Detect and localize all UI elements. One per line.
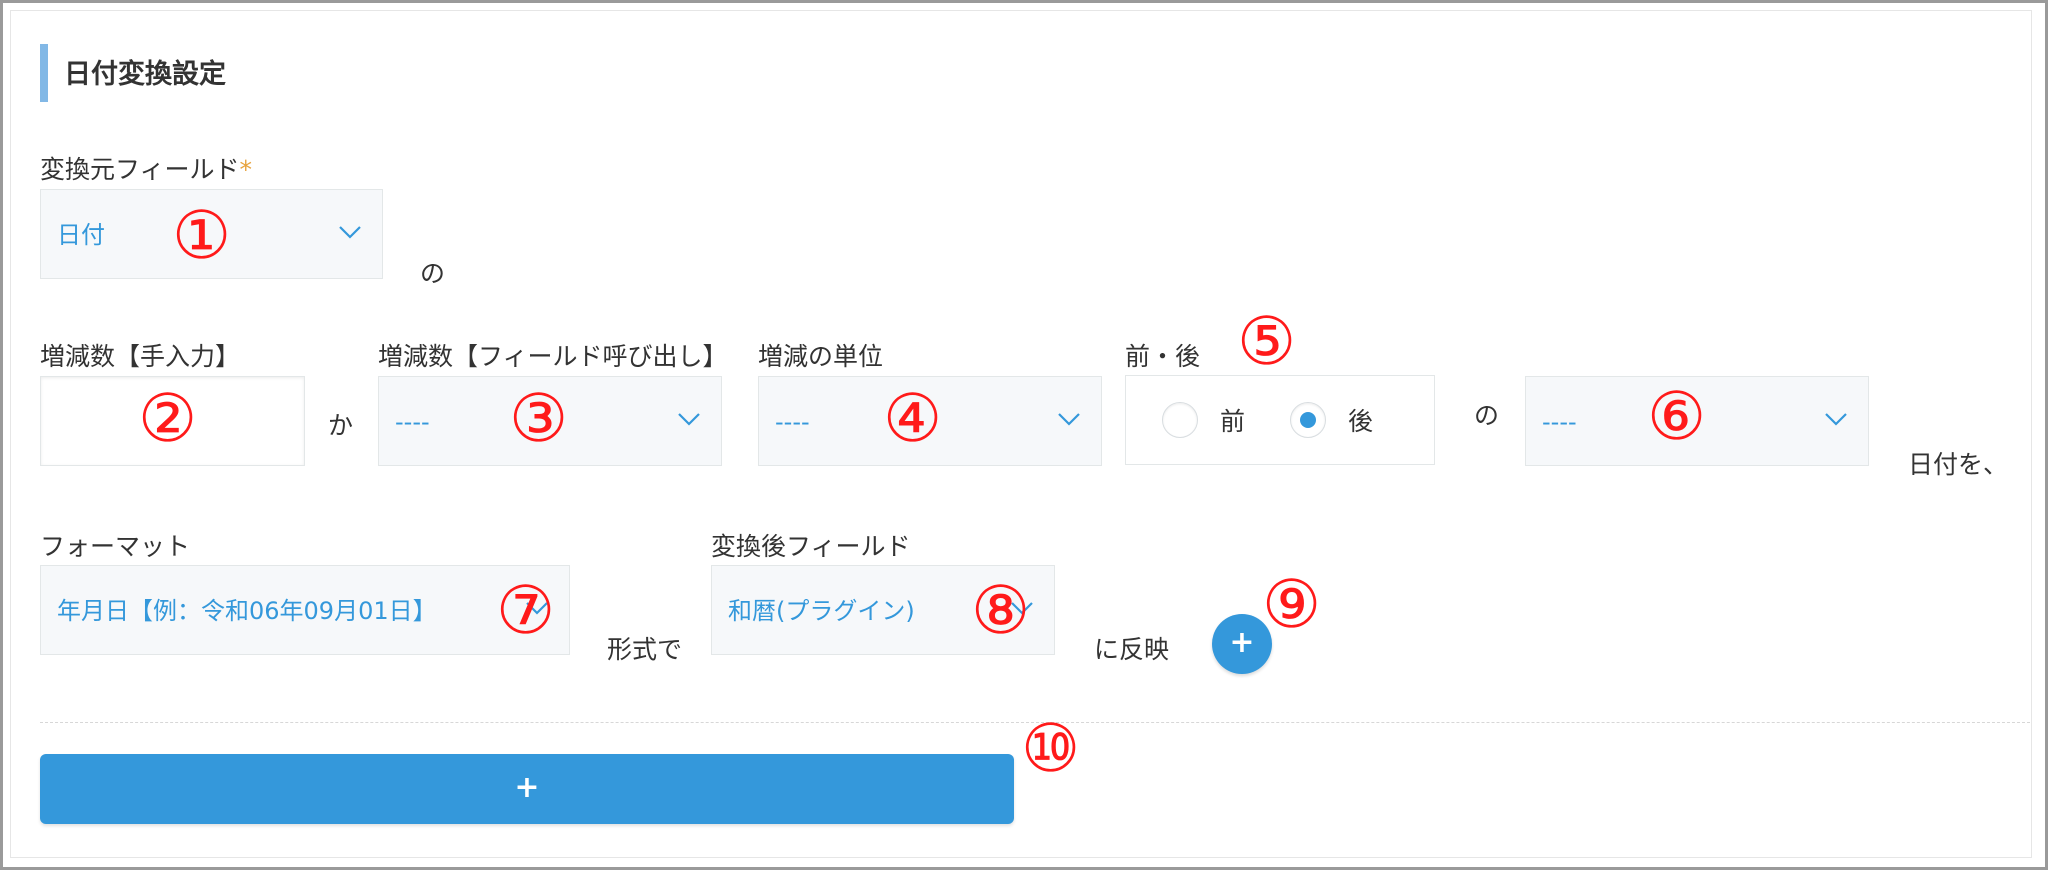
format-select[interactable]: 年月日【例：令和06年09月01日】 — [40, 565, 570, 655]
dest-field-label: 変換後フィールド — [711, 532, 911, 561]
callout-8: ⑧ — [971, 572, 1031, 649]
callout-10: ⑩ — [1021, 710, 1081, 787]
callout-2: ② — [138, 380, 198, 457]
source-field-suffix: の — [420, 259, 446, 288]
radio-before-circle[interactable] — [1162, 402, 1198, 438]
callout-5: ⑤ — [1237, 303, 1297, 380]
target-part-value: ---- — [1542, 408, 1577, 436]
dest-field-value: 和暦(プラグイン) — [728, 597, 915, 625]
section-title-accent — [40, 44, 48, 102]
callout-9: ⑨ — [1262, 566, 1322, 643]
radio-after-label: 後 — [1348, 407, 1374, 436]
format-value: 年月日【例：令和06年09月01日】 — [57, 597, 437, 625]
target-part-suffix: 日付を、 — [1908, 450, 2009, 479]
radio-after-circle[interactable] — [1290, 402, 1326, 438]
unit-label: 増減の単位 — [758, 342, 884, 371]
callout-3: ③ — [509, 380, 569, 457]
section-title: 日付変換設定 — [64, 59, 226, 90]
direction-suffix: の — [1474, 401, 1500, 430]
increment-manual-suffix: か — [328, 411, 354, 440]
increment-manual-label: 増減数【手入力】 — [40, 342, 241, 371]
radio-after[interactable]: 後 — [1290, 396, 1373, 444]
direction-label: 前・後 — [1125, 342, 1201, 371]
callout-7: ⑦ — [496, 572, 556, 649]
required-mark: * — [239, 155, 253, 184]
unit-value: ---- — [775, 408, 810, 436]
radio-before-label: 前 — [1220, 407, 1246, 436]
chevron-down-icon — [1058, 413, 1080, 426]
callout-4: ④ — [883, 380, 943, 457]
direction-radio-group: 前 後 — [1125, 375, 1435, 465]
chevron-down-icon — [678, 413, 700, 426]
chevron-down-icon — [339, 226, 361, 239]
add-setting-button[interactable]: + — [40, 754, 1014, 824]
source-field-value: 日付 — [57, 221, 105, 249]
chevron-down-icon — [1825, 413, 1847, 426]
increment-field-label: 増減数【フィールド呼び出し】 — [378, 342, 728, 371]
format-label: フォーマット — [40, 532, 191, 561]
increment-field-value: ---- — [395, 408, 430, 436]
source-field-label: 変換元フィールド* — [40, 155, 253, 184]
callout-1: ① — [172, 197, 232, 274]
dest-field-suffix: に反映 — [1094, 635, 1170, 664]
callout-6: ⑥ — [1647, 378, 1707, 455]
format-suffix: 形式で — [607, 635, 683, 664]
radio-before[interactable]: 前 — [1162, 396, 1245, 444]
